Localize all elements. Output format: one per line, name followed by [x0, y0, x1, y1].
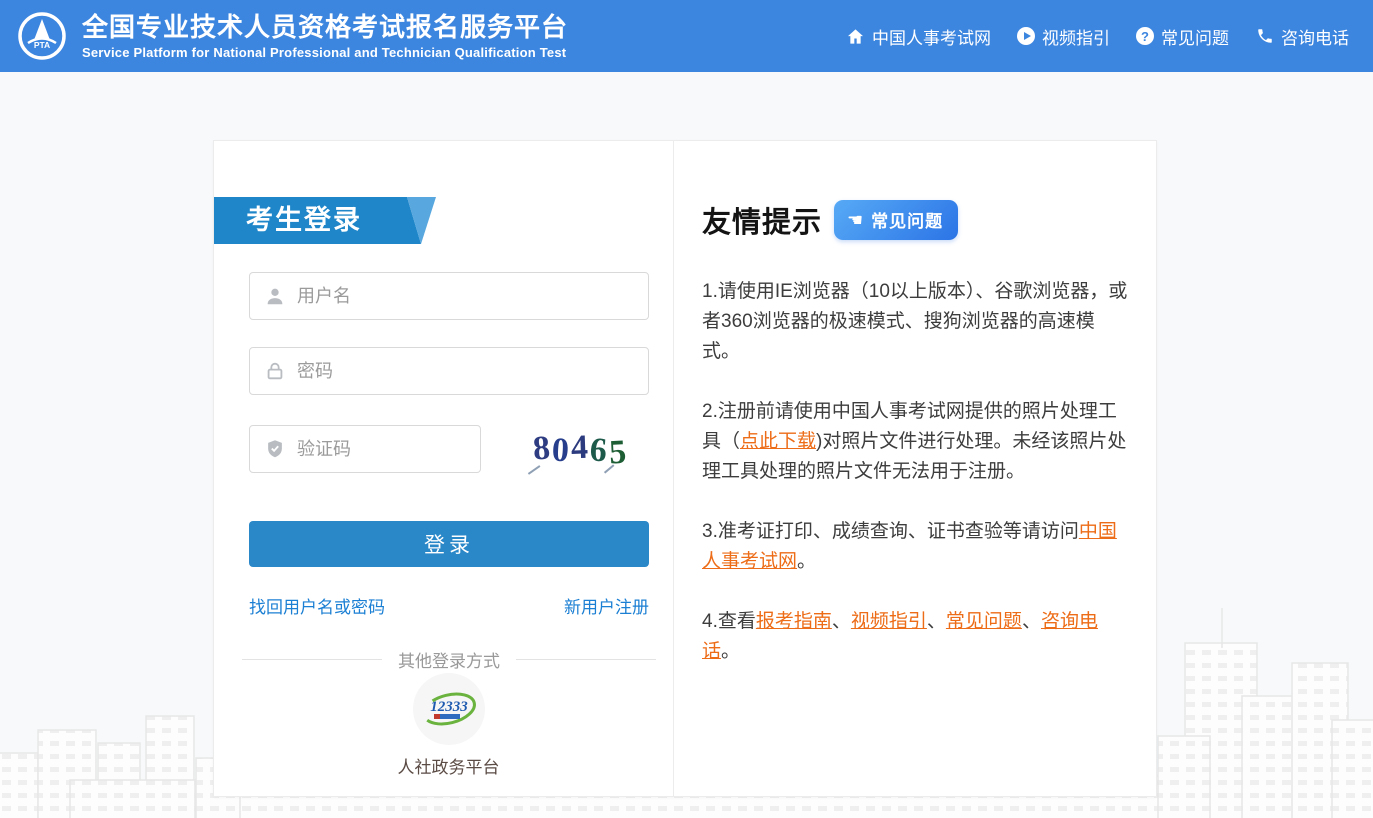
nav-item-label: 中国人事考试网 [872, 24, 991, 49]
gov-platform-label: 人社政务平台 [214, 753, 683, 778]
app-header: PTA 全国专业技术人员资格考试报名服务平台 Service Platform … [0, 0, 1373, 72]
tip-text: 1.请使用IE浏览器（10以上版本）、谷歌浏览器，或者360浏览器的极速模式、搜… [702, 281, 1127, 362]
tip-text: 、 [927, 611, 946, 632]
username-input[interactable] [297, 276, 648, 316]
tip-link[interactable]: 常见问题 [946, 611, 1022, 632]
nav-item-cpta-site[interactable]: 中国人事考试网 [846, 24, 991, 49]
user-icon [264, 285, 286, 307]
tip-paragraph: 3.准考证打印、成绩查询、证书查验等请访问中国人事考试网。 [702, 517, 1132, 577]
tip-link[interactable]: 视频指引 [851, 611, 927, 632]
tips-list: 1.请使用IE浏览器（10以上版本）、谷歌浏览器，或者360浏览器的极速模式、搜… [702, 277, 1132, 667]
tip-text: 。 [721, 641, 740, 662]
tip-link[interactable]: 报考指南 [756, 611, 832, 632]
captcha-input[interactable] [297, 429, 529, 469]
lock-icon [264, 360, 286, 382]
shield-check-icon [264, 438, 286, 460]
main-card: 考生登录 80465 登录 找回用户名或密码 新 [213, 140, 1157, 797]
site-subtitle: Service Platform for National Profession… [82, 45, 568, 60]
login-links-row: 找回用户名或密码 新用户注册 [249, 593, 649, 618]
site-title: 全国专业技术人员资格考试报名服务平台 [82, 12, 568, 42]
nav-item-video-guide[interactable]: 视频指引 [1017, 24, 1110, 49]
nav-item-label: 视频指引 [1042, 24, 1110, 49]
svg-text:PTA: PTA [34, 40, 50, 50]
nav-item-hotline[interactable]: 咨询电话 [1255, 24, 1349, 49]
faq-badge-button[interactable]: ☚ 常见问题 [834, 200, 958, 240]
forgot-credentials-link[interactable]: 找回用户名或密码 [249, 593, 385, 618]
tips-title: 友情提示 [702, 199, 822, 241]
username-field[interactable] [249, 272, 649, 320]
login-banner: 考生登录 [214, 197, 436, 244]
tip-paragraph: 1.请使用IE浏览器（10以上版本）、谷歌浏览器，或者360浏览器的极速模式、搜… [702, 277, 1132, 367]
tip-text: 4.查看 [702, 611, 756, 632]
nav-item-label: 常见问题 [1161, 24, 1229, 49]
pta-logo-icon: PTA [16, 10, 68, 62]
captcha-field[interactable] [249, 425, 481, 473]
new-user-register-link[interactable]: 新用户注册 [564, 593, 649, 618]
site-title-block: 全国专业技术人员资格考试报名服务平台 Service Platform for … [82, 12, 568, 60]
nav-item-label: 咨询电话 [1281, 24, 1349, 49]
phone-icon [1255, 27, 1274, 46]
gov-platform-12333-icon[interactable]: 12333 [413, 673, 485, 745]
password-input[interactable] [297, 351, 648, 391]
tip-text: 、 [1022, 611, 1041, 632]
svg-text:12333: 12333 [430, 699, 468, 715]
tip-paragraph: 2.注册前请使用中国人事考试网提供的照片处理工具（点此下载)对照片文件进行处理。… [702, 397, 1132, 487]
faq-badge-label: 常见问题 [871, 207, 943, 232]
captcha-image[interactable]: 80465 [519, 426, 641, 472]
pointing-hand-icon: ☚ [847, 211, 863, 229]
play-icon [1017, 27, 1035, 45]
other-login-divider-label: 其他登录方式 [398, 647, 500, 672]
tip-text: 3.准考证打印、成绩查询、证书查验等请访问 [702, 521, 1079, 542]
question-icon: ? [1136, 27, 1154, 45]
password-field[interactable] [249, 347, 649, 395]
nav-item-faq[interactable]: ? 常见问题 [1136, 24, 1229, 49]
tip-text: 。 [797, 551, 816, 572]
login-button[interactable]: 登录 [249, 521, 649, 567]
tip-link[interactable]: 点此下载 [740, 431, 816, 452]
home-icon [846, 27, 865, 46]
login-banner-title: 考生登录 [246, 197, 362, 244]
other-login-divider: 其他登录方式 [242, 647, 656, 672]
tip-text: 、 [832, 611, 851, 632]
tip-paragraph: 4.查看报考指南、视频指引、常见问题、咨询电话。 [702, 607, 1132, 667]
header-nav: 中国人事考试网 视频指引 ? 常见问题 咨询电话 [846, 24, 1349, 49]
tips-panel: 友情提示 ☚ 常见问题 1.请使用IE浏览器（10以上版本）、谷歌浏览器，或者3… [674, 141, 1156, 796]
login-panel: 考生登录 80465 登录 找回用户名或密码 新 [214, 141, 674, 796]
tips-header: 友情提示 ☚ 常见问题 [702, 199, 1132, 241]
